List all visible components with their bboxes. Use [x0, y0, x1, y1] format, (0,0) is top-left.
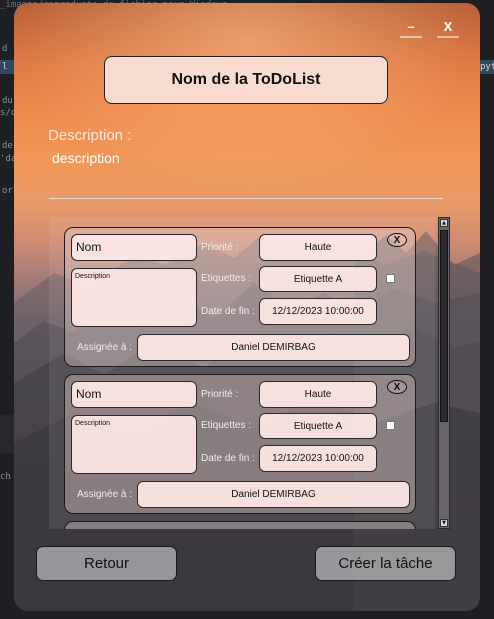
priority-label: Priorité :: [201, 242, 239, 253]
end-date-label: Date de fin :: [201, 306, 255, 317]
vertical-scrollbar[interactable]: ▲ ▼: [438, 217, 450, 529]
priority-select[interactable]: Haute: [259, 234, 377, 261]
scroll-down-arrow-icon[interactable]: ▼: [440, 519, 448, 527]
ide-background-text: du: [2, 96, 13, 106]
task-card: Nom Description Priorité : Haute Etiquet…: [64, 227, 416, 367]
end-date-field[interactable]: 12/12/2023 10:00:00: [259, 298, 377, 325]
separator-line: [49, 198, 443, 199]
assigned-select[interactable]: Daniel DEMIRBAG: [137, 334, 410, 361]
assigned-label: Assignée à :: [77, 489, 133, 500]
scroll-up-arrow-icon[interactable]: ▲: [440, 219, 448, 227]
ide-background-text: ch: [0, 472, 11, 482]
ide-background-text: pyt: [480, 62, 494, 72]
tags-select[interactable]: Etiquette A: [259, 266, 377, 292]
back-button[interactable]: Retour: [36, 546, 177, 581]
description-value: description: [52, 150, 120, 166]
task-checkbox[interactable]: [386, 421, 395, 430]
assigned-label: Assignée à :: [77, 342, 133, 353]
ide-background-text: d: [2, 44, 8, 54]
priority-select[interactable]: Haute: [259, 381, 377, 408]
ide-background-text: or: [2, 186, 13, 196]
task-description-field[interactable]: Description: [71, 268, 197, 327]
remove-task-button[interactable]: X: [387, 380, 407, 394]
minimize-button[interactable]: –: [400, 20, 422, 38]
tags-select[interactable]: Etiquette A: [259, 413, 377, 439]
remove-task-button[interactable]: X: [387, 233, 407, 247]
task-checkbox[interactable]: [386, 274, 395, 283]
todolist-window: – X Nom de la ToDoList Description : des…: [14, 3, 480, 611]
tags-label: Etiquettes :: [201, 420, 252, 431]
ide-panel-band: [0, 415, 14, 453]
tags-label: Etiquettes :: [201, 273, 252, 284]
scrollbar-thumb[interactable]: [440, 230, 448, 422]
assigned-select[interactable]: Daniel DEMIRBAG: [137, 481, 410, 508]
task-name-field[interactable]: Nom: [71, 234, 197, 261]
task-name-field[interactable]: Nom: [71, 381, 197, 408]
description-label: Description :: [48, 127, 132, 144]
task-description-field[interactable]: Description: [71, 415, 197, 474]
end-date-label: Date de fin :: [201, 453, 255, 464]
priority-label: Priorité :: [201, 389, 239, 400]
task-card: [64, 521, 416, 529]
close-window-button[interactable]: X: [437, 20, 459, 38]
end-date-field[interactable]: 12/12/2023 10:00:00: [259, 445, 377, 472]
todolist-title: Nom de la ToDoList: [104, 56, 388, 104]
create-task-button[interactable]: Créer la tâche: [315, 546, 456, 581]
ide-background-text: l: [2, 62, 8, 72]
task-list-scroll-area: Nom Description Priorité : Haute Etiquet…: [49, 217, 435, 529]
ide-background-text: de: [2, 141, 13, 151]
task-card: Nom Description Priorité : Haute Etiquet…: [64, 374, 416, 514]
